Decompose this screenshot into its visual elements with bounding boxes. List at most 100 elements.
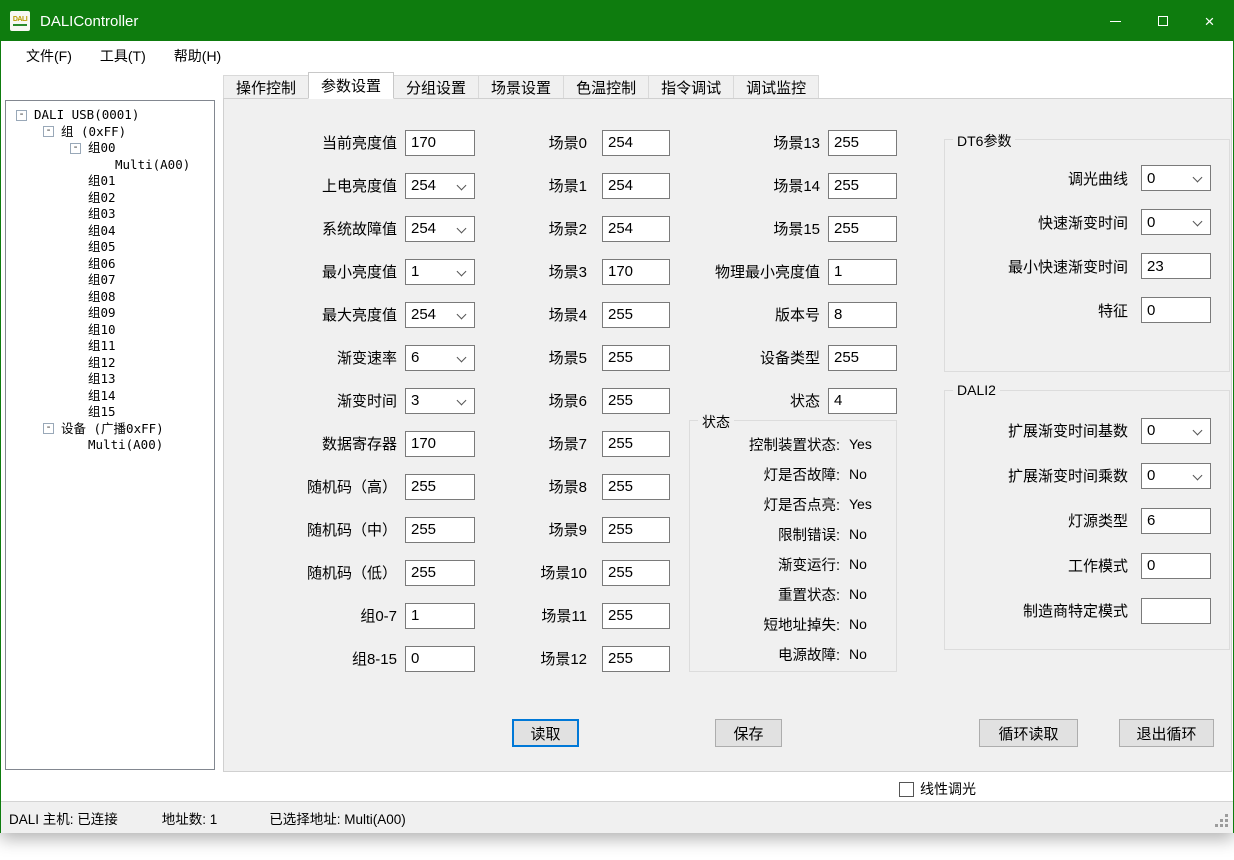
field-control[interactable]: 255 — [828, 216, 897, 242]
tree-item[interactable]: 组11 — [6, 338, 214, 355]
chevron-down-icon[interactable] — [457, 395, 467, 405]
menu-item[interactable]: 文件(F) — [12, 41, 86, 71]
tree-item[interactable]: 组07 — [6, 272, 214, 289]
chevron-down-icon[interactable] — [1193, 173, 1203, 183]
tree-item[interactable]: Multi(A00) — [6, 157, 214, 174]
field-control[interactable]: 255 — [602, 517, 670, 543]
minimize-button[interactable] — [1092, 1, 1139, 41]
tree-item[interactable]: 组12 — [6, 355, 214, 372]
resize-grip-icon[interactable] — [1215, 814, 1229, 828]
tree-item[interactable]: 组10 — [6, 322, 214, 339]
field-control[interactable]: 170 — [405, 431, 475, 457]
save-button[interactable]: 保存 — [715, 719, 782, 747]
chevron-down-icon[interactable] — [1193, 217, 1203, 227]
tab[interactable]: 指令调试 — [648, 75, 734, 98]
field-control[interactable]: 0 — [1141, 418, 1211, 444]
tab[interactable]: 操作控制 — [223, 75, 309, 98]
tree-item[interactable]: 组15 — [6, 404, 214, 421]
field-control[interactable]: 255 — [602, 474, 670, 500]
field-control[interactable]: 4 — [828, 388, 897, 414]
chevron-down-icon[interactable] — [457, 309, 467, 319]
field-control[interactable]: 255 — [602, 388, 670, 414]
collapse-icon[interactable] — [43, 126, 54, 137]
chevron-down-icon[interactable] — [1193, 425, 1203, 435]
linear-dimming-checkbox[interactable]: 线性调光 — [899, 779, 976, 799]
menu-item[interactable]: 帮助(H) — [160, 41, 235, 71]
tree-item[interactable]: 组06 — [6, 256, 214, 273]
tree-item[interactable]: 组03 — [6, 206, 214, 223]
tree-item[interactable]: 组09 — [6, 305, 214, 322]
exit-loop-button[interactable]: 退出循环 — [1119, 719, 1214, 747]
tree-item[interactable]: 组01 — [6, 173, 214, 190]
tree-item[interactable]: DALI USB(0001) — [6, 107, 214, 124]
chevron-down-icon[interactable] — [457, 352, 467, 362]
tree-item[interactable]: 组 (0xFF) — [6, 124, 214, 141]
field-control[interactable]: 255 — [828, 345, 897, 371]
field-control[interactable]: 255 — [602, 302, 670, 328]
field-control[interactable]: 254 — [405, 173, 475, 199]
tab[interactable]: 参数设置 — [308, 72, 394, 99]
field-control[interactable]: 255 — [602, 345, 670, 371]
field-value: 255 — [608, 564, 633, 581]
collapse-icon[interactable] — [70, 143, 81, 154]
field-control[interactable] — [1141, 598, 1211, 624]
field-control[interactable]: 255 — [405, 474, 475, 500]
read-button[interactable]: 读取 — [512, 719, 579, 747]
tree-item[interactable]: 设备 (广播0xFF) — [6, 421, 214, 438]
field-control[interactable]: 1 — [828, 259, 897, 285]
field-control[interactable]: 1 — [405, 603, 475, 629]
field-control[interactable]: 0 — [1141, 463, 1211, 489]
tab[interactable]: 场景设置 — [478, 75, 564, 98]
menu-item[interactable]: 工具(T) — [86, 41, 160, 71]
field-control[interactable]: 1 — [405, 259, 475, 285]
checkbox-icon[interactable] — [899, 782, 914, 797]
field-control[interactable]: 254 — [602, 216, 670, 242]
tree-item[interactable]: 组04 — [6, 223, 214, 240]
tab[interactable]: 分组设置 — [393, 75, 479, 98]
field-control[interactable]: 255 — [405, 560, 475, 586]
field-control[interactable]: 255 — [828, 130, 897, 156]
field-control[interactable]: 0 — [1141, 553, 1211, 579]
chevron-down-icon[interactable] — [1193, 470, 1203, 480]
tree-item-label: 组10 — [88, 322, 116, 339]
field-control[interactable]: 254 — [602, 130, 670, 156]
tree-item[interactable]: 组14 — [6, 388, 214, 405]
collapse-icon[interactable] — [16, 110, 27, 121]
tree-item[interactable]: Multi(A00) — [6, 437, 214, 454]
field-control[interactable]: 255 — [828, 173, 897, 199]
chevron-down-icon[interactable] — [457, 266, 467, 276]
field-control[interactable]: 0 — [1141, 209, 1211, 235]
tree-item[interactable]: 组08 — [6, 289, 214, 306]
field-control[interactable]: 255 — [405, 517, 475, 543]
field-control[interactable]: 254 — [405, 302, 475, 328]
field-control[interactable]: 23 — [1141, 253, 1211, 279]
field-control[interactable]: 0 — [1141, 165, 1211, 191]
field-control[interactable]: 255 — [602, 560, 670, 586]
form-row: 随机码（高） 255 — [232, 465, 475, 508]
field-control[interactable]: 170 — [602, 259, 670, 285]
field-control[interactable]: 170 — [405, 130, 475, 156]
close-button[interactable]: × — [1186, 1, 1233, 41]
collapse-icon[interactable] — [43, 423, 54, 434]
field-control[interactable]: 255 — [602, 646, 670, 672]
tree-item[interactable]: 组00 — [6, 140, 214, 157]
field-control[interactable]: 255 — [602, 603, 670, 629]
field-control[interactable]: 254 — [602, 173, 670, 199]
field-control[interactable]: 6 — [1141, 508, 1211, 534]
field-control[interactable]: 255 — [602, 431, 670, 457]
field-control[interactable]: 254 — [405, 216, 475, 242]
chevron-down-icon[interactable] — [457, 223, 467, 233]
field-control[interactable]: 8 — [828, 302, 897, 328]
tab[interactable]: 调试监控 — [733, 75, 819, 98]
tree-item[interactable]: 组02 — [6, 190, 214, 207]
loop-read-button[interactable]: 循环读取 — [979, 719, 1078, 747]
field-control[interactable]: 3 — [405, 388, 475, 414]
chevron-down-icon[interactable] — [457, 180, 467, 190]
field-control[interactable]: 0 — [405, 646, 475, 672]
tree-item[interactable]: 组05 — [6, 239, 214, 256]
field-control[interactable]: 0 — [1141, 297, 1211, 323]
maximize-button[interactable] — [1139, 1, 1186, 41]
tree-item[interactable]: 组13 — [6, 371, 214, 388]
field-control[interactable]: 6 — [405, 345, 475, 371]
tab[interactable]: 色温控制 — [563, 75, 649, 98]
